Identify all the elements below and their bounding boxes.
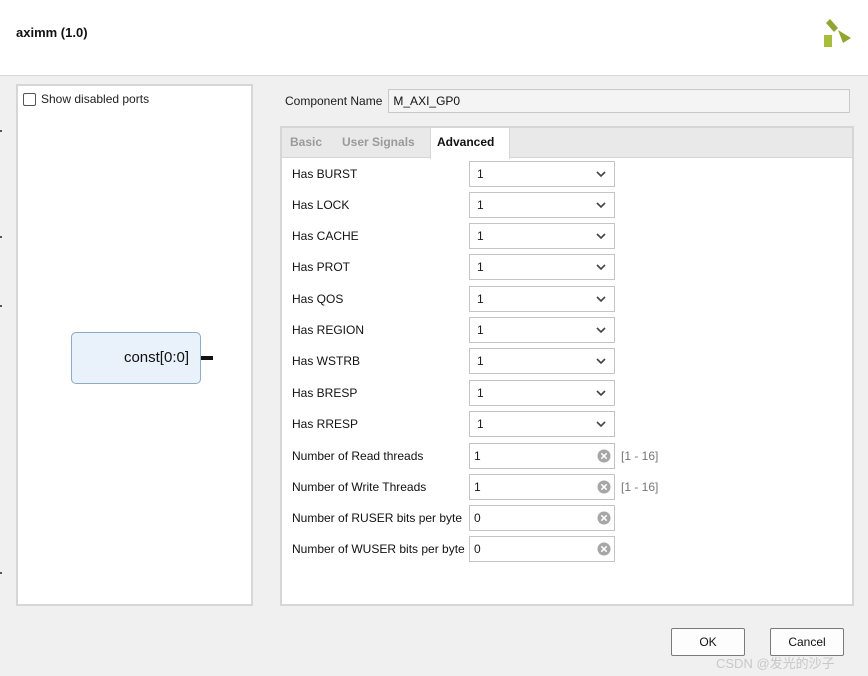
select-value: 1 xyxy=(477,323,484,337)
select-value: 1 xyxy=(477,198,484,212)
has-bresp-select[interactable]: 1 xyxy=(469,380,615,406)
ip-symbol-block: const[0:0] xyxy=(71,332,201,384)
ok-button[interactable]: OK xyxy=(671,628,745,656)
has-qos-select[interactable]: 1 xyxy=(469,286,615,312)
has-prot-select[interactable]: 1 xyxy=(469,254,615,280)
param-label: Has PROT xyxy=(292,260,351,274)
edge-mark xyxy=(0,572,2,574)
tab-basic[interactable]: Basic xyxy=(284,128,328,158)
select-value: 1 xyxy=(477,386,484,400)
tab-user-signals[interactable]: User Signals xyxy=(336,128,421,158)
has-wstrb-select[interactable]: 1 xyxy=(469,348,615,374)
param-label: Number of Write Threads xyxy=(292,480,427,494)
symbol-preview-panel: Show disabled ports const[0:0] xyxy=(16,84,253,606)
param-label: Number of Read threads xyxy=(292,449,424,463)
param-label: Has RRESP xyxy=(292,417,359,431)
param-row-has-wstrb: Has WSTRB 1 xyxy=(292,348,615,374)
dialog-header: aximm (1.0) xyxy=(0,0,868,76)
clear-icon[interactable] xyxy=(597,511,611,525)
chevron-down-icon xyxy=(596,358,606,365)
chevron-down-icon xyxy=(596,327,606,334)
has-lock-select[interactable]: 1 xyxy=(469,192,615,218)
show-disabled-ports-checkbox[interactable] xyxy=(23,92,36,106)
input-value: 0 xyxy=(474,542,481,556)
show-disabled-ports-option[interactable]: Show disabled ports xyxy=(23,92,149,106)
param-row-has-rresp: Has RRESP 1 xyxy=(292,411,615,437)
has-region-select[interactable]: 1 xyxy=(469,317,615,343)
param-label: Number of RUSER bits per byte xyxy=(292,511,463,525)
param-row-has-bresp: Has BRESP 1 xyxy=(292,380,615,406)
param-label: Number of WUSER bits per byte xyxy=(292,542,465,556)
range-hint: [1 - 16] xyxy=(621,480,659,494)
port-pin xyxy=(201,356,213,360)
write-threads-input[interactable]: 1 xyxy=(469,474,615,500)
chevron-down-icon xyxy=(596,421,606,428)
tab-strip: Basic User Signals Advanced xyxy=(282,128,852,159)
dialog-title: aximm (1.0) xyxy=(16,25,88,40)
component-name-input[interactable] xyxy=(388,89,851,113)
watermark: CSDN @发光的沙子 xyxy=(716,656,835,671)
chevron-down-icon xyxy=(596,390,606,397)
param-label: Has WSTRB xyxy=(292,354,361,368)
select-value: 1 xyxy=(477,417,484,431)
param-row-has-cache: Has CACHE 1 xyxy=(292,223,615,249)
select-value: 1 xyxy=(477,167,484,181)
show-disabled-ports-label: Show disabled ports xyxy=(41,92,150,106)
select-value: 1 xyxy=(477,354,484,368)
has-cache-select[interactable]: 1 xyxy=(469,223,615,249)
clear-icon[interactable] xyxy=(597,480,611,494)
clear-icon[interactable] xyxy=(597,542,611,556)
param-label: Has BURST xyxy=(292,167,358,181)
param-row-has-region: Has REGION 1 xyxy=(292,317,615,343)
param-label: Has BRESP xyxy=(292,386,358,400)
select-value: 1 xyxy=(477,229,484,243)
tab-advanced[interactable]: Advanced xyxy=(430,128,510,159)
param-row-ruser-bits: Number of RUSER bits per byte 0 xyxy=(292,505,615,531)
input-value: 1 xyxy=(474,480,481,494)
input-value: 1 xyxy=(474,449,481,463)
edge-mark xyxy=(0,130,2,132)
param-row-wuser-bits: Number of WUSER bits per byte 0 xyxy=(292,536,615,562)
select-value: 1 xyxy=(477,260,484,274)
wuser-bits-input[interactable]: 0 xyxy=(469,536,615,562)
has-burst-select[interactable]: 1 xyxy=(469,161,615,187)
chevron-down-icon xyxy=(596,233,606,240)
select-value: 1 xyxy=(477,292,484,306)
edge-mark xyxy=(0,305,2,307)
param-row-has-burst: Has BURST 1 xyxy=(292,161,615,187)
has-rresp-select[interactable]: 1 xyxy=(469,411,615,437)
param-label: Has QOS xyxy=(292,292,344,306)
configuration-tabs: Basic User Signals Advanced Has BURST 1 … xyxy=(280,126,854,606)
ruser-bits-input[interactable]: 0 xyxy=(469,505,615,531)
clear-icon[interactable] xyxy=(597,449,611,463)
chevron-down-icon xyxy=(596,171,606,178)
param-row-has-lock: Has LOCK 1 xyxy=(292,192,615,218)
param-label: Has CACHE xyxy=(292,229,359,243)
component-name-label: Component Name xyxy=(285,94,383,108)
chevron-down-icon xyxy=(596,264,606,271)
range-hint: [1 - 16] xyxy=(621,449,659,463)
chevron-down-icon xyxy=(596,202,606,209)
component-name-row: Component Name xyxy=(285,89,851,113)
param-row-has-qos: Has QOS 1 xyxy=(292,286,615,312)
input-value: 0 xyxy=(474,511,481,525)
read-threads-input[interactable]: 1 xyxy=(469,443,615,469)
param-label: Has REGION xyxy=(292,323,365,337)
param-row-has-prot: Has PROT 1 xyxy=(292,254,615,280)
xilinx-logo-icon xyxy=(824,19,851,47)
param-label: Has LOCK xyxy=(292,198,350,212)
port-label: const[0:0] xyxy=(123,349,189,366)
param-row-write-threads: Number of Write Threads 1 [1 - 16] xyxy=(292,474,658,500)
param-row-read-threads: Number of Read threads 1 [1 - 16] xyxy=(292,443,658,469)
edge-mark xyxy=(0,236,2,238)
chevron-down-icon xyxy=(596,296,606,303)
cancel-button[interactable]: Cancel xyxy=(770,628,844,656)
